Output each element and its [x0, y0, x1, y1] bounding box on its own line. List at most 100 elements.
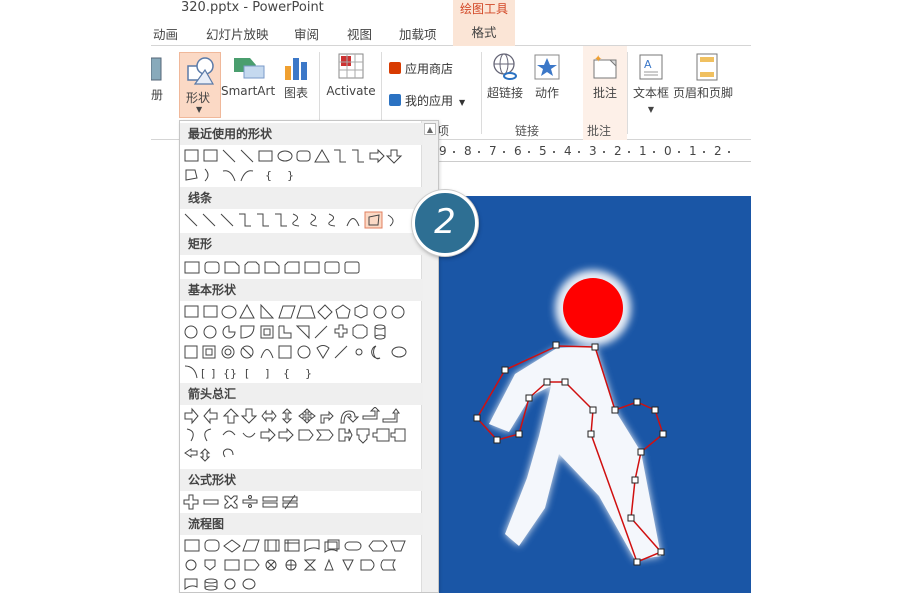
header-footer-label: 页眉和页脚: [673, 86, 734, 100]
step-number-callout: 2: [412, 190, 478, 256]
drawing-tools-context-label: 绘图工具: [453, 0, 515, 20]
section-lines: 线条: [180, 187, 423, 209]
activate-icon: [338, 53, 364, 79]
shapes-label: 形状: [186, 91, 211, 105]
tab-addins[interactable]: 加载项: [399, 24, 437, 43]
textbox-button[interactable]: A 文本框 ▼: [631, 52, 671, 115]
ruler-dot: [503, 151, 505, 153]
smartart-label: SmartArt: [221, 84, 276, 98]
ruler-tick-label: 2: [714, 144, 722, 158]
chart-label: 图表: [283, 86, 308, 100]
my-apps-button[interactable]: 我的应用 ▼: [389, 92, 465, 109]
smartart-icon: [234, 58, 265, 79]
ruler-tick-label: 3: [589, 144, 597, 158]
activate-label: Activate: [326, 84, 376, 98]
ruler-dot: [453, 151, 455, 153]
ruler-dot: [603, 151, 605, 153]
tab-slideshow[interactable]: 幻灯片放映: [206, 24, 269, 43]
app-store-button[interactable]: 应用商店: [389, 60, 453, 77]
textbox-icon: A: [639, 54, 663, 80]
tab-view[interactable]: 视图: [347, 24, 372, 43]
slide-canvas[interactable]: [439, 196, 751, 593]
window-title: 320.pptx - PowerPoint: [181, 0, 324, 15]
ruler-dot: [703, 151, 705, 153]
svg-text:{}: {}: [223, 367, 237, 380]
svg-text:]: ]: [211, 367, 215, 380]
ruler-dot: [728, 151, 730, 153]
flowchart-rows[interactable]: [183, 537, 423, 591]
svg-text:{: {: [283, 367, 290, 380]
bar-chart-icon: [285, 58, 307, 80]
powerpoint-window: 320.pptx - PowerPoint 绘图工具 动画 幻灯片放映 审阅 视…: [151, 0, 751, 593]
ribbon-separator: [627, 52, 628, 134]
section-flowchart: 流程图: [180, 513, 423, 535]
ruler-tick-label: 7: [489, 144, 497, 158]
basic-shapes-rows[interactable]: [ ] {} [] {}: [183, 303, 423, 380]
recent-shape-icons: { }: [184, 148, 403, 182]
svg-text:[: [: [245, 367, 249, 380]
rectangle-shape-icons: [184, 261, 360, 274]
scroll-up-arrow-icon[interactable]: ▲: [424, 123, 436, 135]
tab-format[interactable]: 格式: [453, 20, 515, 46]
smartart-button[interactable]: SmartArt: [221, 52, 275, 98]
chevron-down-icon: ▼: [196, 105, 203, 114]
group-label-comments: 批注: [587, 124, 612, 138]
apps-icon: [389, 94, 401, 106]
shapes-gallery-dropdown: ▲ 最近使用的形状 { } 线条 矩形 基本形状 [] {} [] {} …: [179, 120, 439, 593]
ruler-dot: [578, 151, 580, 153]
chevron-down-icon: ▼: [647, 105, 655, 114]
line-shape-icons: [184, 211, 394, 229]
recent-shapes-row[interactable]: { }: [183, 147, 423, 182]
ruler-tick-label: 8: [464, 144, 472, 158]
tab-animations[interactable]: 动画: [153, 24, 178, 43]
comment-icon: ✦: [593, 54, 617, 79]
store-icon: [389, 62, 401, 74]
ruler-dot: [628, 151, 630, 153]
ribbon-tabs: 动画 幻灯片放映 审阅 视图 加载项 格式: [151, 20, 751, 46]
section-rectangles: 矩形: [180, 233, 423, 255]
section-block-arrows: 箭头总汇: [180, 383, 423, 405]
head-circle[interactable]: [563, 278, 623, 338]
header-footer-icon: [696, 53, 718, 81]
basic-shape-icons: [ ] {} [] {}: [184, 303, 407, 380]
section-basic-shapes: 基本形状: [180, 279, 423, 301]
comment-label: 批注: [592, 86, 617, 100]
shapes-icon: [187, 57, 215, 85]
section-recent-shapes: 最近使用的形状: [180, 123, 423, 145]
star-action-icon: [534, 54, 560, 80]
partial-left-button[interactable]: 册: [151, 54, 163, 103]
header-footer-button[interactable]: 页眉和页脚: [673, 52, 751, 101]
tab-review[interactable]: 审阅: [294, 24, 319, 43]
lines-row[interactable]: [183, 211, 423, 229]
rectangles-row[interactable]: [183, 259, 423, 277]
svg-text:{: {: [265, 169, 272, 182]
chevron-down-icon: ▼: [459, 98, 466, 107]
partial-icon: [151, 57, 162, 81]
walking-figure-graphic: [439, 196, 751, 593]
action-button[interactable]: 动作: [529, 52, 565, 101]
svg-text:}: }: [305, 367, 312, 380]
activate-button[interactable]: Activate: [325, 52, 377, 98]
ruler-dot: [653, 151, 655, 153]
horizontal-ruler: 9 8 7 6 5 4 3 2 1 0 1 2: [433, 142, 751, 162]
shapes-button[interactable]: 形状 ▼: [179, 52, 221, 118]
ruler-dot: [478, 151, 480, 153]
hyperlink-button[interactable]: 超链接: [485, 52, 525, 101]
ruler-tick-label: 5: [539, 144, 547, 158]
svg-text:[: [: [201, 367, 205, 380]
ruler-dot: [678, 151, 680, 153]
equation-shape-icons: [183, 494, 298, 510]
textbox-label: 文本框: [632, 86, 669, 100]
equation-shapes-row[interactable]: [183, 493, 423, 511]
block-arrows-rows[interactable]: [183, 407, 423, 462]
ruler-tick-label: 2: [614, 144, 622, 158]
ruler-tick-label: 6: [514, 144, 522, 158]
ruler-tick-label: 0: [664, 144, 672, 158]
ribbon-separator: [481, 52, 482, 134]
action-label: 动作: [534, 86, 559, 100]
section-equation-shapes: 公式形状: [180, 469, 423, 491]
svg-text:]: ]: [265, 367, 269, 380]
chart-button[interactable]: 图表: [279, 52, 313, 101]
ruler-tick-label: 9: [439, 144, 447, 158]
comment-button[interactable]: ✦ 批注: [583, 52, 627, 101]
